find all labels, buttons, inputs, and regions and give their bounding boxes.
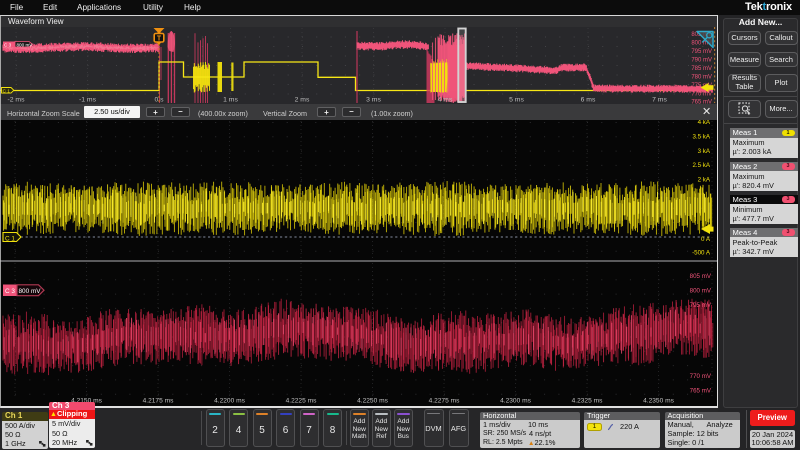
svg-text:770 mV: 770 mV: [690, 373, 712, 380]
svg-text:3 kA: 3 kA: [698, 148, 711, 155]
svg-text:770 mV: 770 mV: [691, 92, 712, 98]
svg-text:0 s: 0 s: [154, 97, 164, 104]
svg-text:800 mV: 800 mV: [690, 288, 712, 295]
svg-text:C 1: C 1: [5, 235, 15, 242]
svg-text:4.2225 ms: 4.2225 ms: [286, 398, 317, 405]
svg-text:2.5 kA: 2.5 kA: [692, 162, 710, 169]
svg-text:T: T: [157, 36, 162, 43]
svg-text:1 ms: 1 ms: [223, 97, 238, 104]
svg-text:795 mV: 795 mV: [691, 49, 712, 55]
svg-text:3.5 kA: 3.5 kA: [692, 134, 710, 141]
svg-text:C 3: C 3: [5, 288, 15, 295]
svg-text:6 ms: 6 ms: [581, 97, 596, 104]
svg-text:4.2350 ms: 4.2350 ms: [643, 398, 674, 405]
svg-text:4.2200 ms: 4.2200 ms: [214, 398, 245, 405]
svg-text:3 ms: 3 ms: [366, 97, 381, 104]
svg-text:795 mV: 795 mV: [690, 302, 712, 309]
svg-text:0 A: 0 A: [701, 236, 711, 243]
svg-text:-2 ms: -2 ms: [8, 97, 26, 104]
svg-text:C 3: C 3: [4, 42, 12, 47]
svg-text:765 mV: 765 mV: [690, 388, 712, 395]
svg-text:4.2175 ms: 4.2175 ms: [143, 398, 174, 405]
svg-text:790 mV: 790 mV: [691, 58, 712, 64]
svg-text:805 mV: 805 mV: [690, 273, 712, 280]
svg-text:4.2275 ms: 4.2275 ms: [429, 398, 460, 405]
svg-text:800 mV: 800 mV: [19, 288, 42, 295]
svg-text:-1 ms: -1 ms: [79, 97, 97, 104]
svg-text:780 mV: 780 mV: [691, 75, 712, 81]
svg-text:C 1: C 1: [3, 89, 11, 95]
svg-text:785 mV: 785 mV: [691, 66, 712, 72]
svg-text:4 ms: 4 ms: [438, 97, 453, 104]
svg-text:7 ms: 7 ms: [652, 97, 667, 104]
svg-text:4.2300 ms: 4.2300 ms: [500, 398, 531, 405]
svg-text:2 ms: 2 ms: [295, 97, 310, 104]
svg-text:4.2325 ms: 4.2325 ms: [572, 398, 603, 405]
svg-text:800 mV: 800 mV: [17, 42, 34, 47]
svg-text:4 kA: 4 kA: [698, 120, 711, 126]
svg-text:-500 A: -500 A: [692, 250, 711, 257]
svg-text:5 ms: 5 ms: [509, 97, 524, 104]
svg-text:2 kA: 2 kA: [698, 176, 711, 183]
svg-text:4.2250 ms: 4.2250 ms: [357, 398, 388, 405]
